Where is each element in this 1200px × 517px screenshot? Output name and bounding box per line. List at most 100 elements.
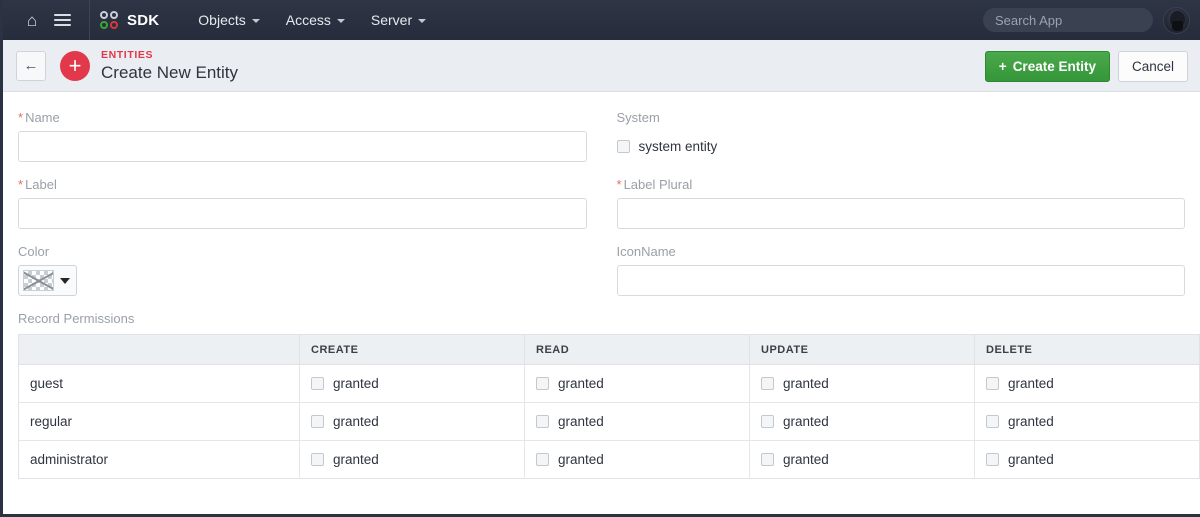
col-role	[18, 334, 300, 365]
toolbar-actions: + Create Entity Cancel	[984, 40, 1188, 92]
system-entity-label: system entity	[638, 139, 718, 154]
form-row-label: * Label * Label Plural	[18, 177, 1185, 229]
create-entity-button[interactable]: + Create Entity	[984, 50, 1110, 82]
field-label-singular: * Label	[18, 177, 587, 229]
icon-name-input[interactable]	[616, 265, 1185, 296]
nav-item-server[interactable]: Server	[358, 0, 439, 40]
table-header-row: CREATE READ UPDATE DELETE	[18, 334, 1200, 365]
icon-name-label: IconName	[616, 244, 676, 259]
cancel-button[interactable]: Cancel	[1117, 50, 1188, 82]
perm-cell-read: granted	[524, 440, 750, 479]
chevron-down-icon	[336, 19, 345, 23]
navbar-right	[983, 0, 1190, 40]
granted-label: granted	[558, 414, 604, 429]
col-update: UPDATE	[749, 334, 975, 365]
field-color: Color	[18, 244, 587, 296]
label-plural-label-text: Label Plural	[623, 177, 693, 192]
col-delete: DELETE	[974, 334, 1200, 365]
perm-cell-update: granted	[749, 402, 975, 441]
color-label: Color	[18, 244, 50, 259]
color-picker[interactable]	[18, 265, 77, 296]
table-row: guest granted granted granted granted	[18, 364, 1200, 403]
home-icon[interactable]: ⌂	[17, 5, 47, 35]
col-read: READ	[524, 334, 750, 365]
required-asterisk: *	[616, 177, 622, 192]
brand-label: SDK	[127, 11, 160, 29]
hamburger-menu-icon[interactable]	[47, 5, 77, 35]
role-name: administrator	[18, 440, 300, 479]
granted-label: granted	[1008, 414, 1054, 429]
nav-item-server-label: Server	[370, 12, 413, 28]
breadcrumb: ENTITIES	[101, 48, 154, 61]
checkbox-guest-read[interactable]	[536, 377, 549, 390]
navbar-menu: Objects Access Server	[185, 0, 439, 40]
nav-item-access-label: Access	[285, 12, 331, 28]
granted-label: granted	[783, 414, 829, 429]
navbar-divider	[89, 0, 90, 40]
checkbox-guest-create[interactable]	[311, 377, 324, 390]
hamburger-bars	[53, 14, 71, 26]
record-permissions-label: Record Permissions	[18, 311, 135, 326]
name-input[interactable]	[18, 131, 587, 162]
form-row-name-system: * Name System system entity	[18, 110, 1185, 162]
page-heading: ENTITIES Create New Entity	[101, 49, 238, 83]
chevron-down-icon	[418, 19, 427, 23]
system-entity-checkbox-row[interactable]: system entity	[616, 131, 1186, 162]
field-system: System system entity	[616, 110, 1186, 162]
perm-cell-create: granted	[299, 440, 525, 479]
perm-cell-update: granted	[749, 440, 975, 479]
checkbox-regular-read[interactable]	[536, 415, 549, 428]
label-plural-input[interactable]	[616, 198, 1185, 229]
perm-cell-create: granted	[299, 402, 525, 441]
nav-item-access[interactable]: Access	[273, 0, 358, 40]
granted-label: granted	[558, 376, 604, 391]
granted-label: granted	[1008, 376, 1054, 391]
plus-glyph: +	[68, 52, 82, 78]
form-row-color-icon: Color IconName	[18, 244, 1185, 296]
label-input[interactable]	[18, 198, 587, 229]
role-name: regular	[18, 402, 300, 441]
checkbox-guest-update[interactable]	[761, 377, 774, 390]
checkbox-regular-update[interactable]	[761, 415, 774, 428]
label-label: * Label	[18, 177, 587, 192]
granted-label: granted	[333, 376, 379, 391]
nav-item-objects[interactable]: Objects	[185, 0, 272, 40]
table-row: regular granted granted granted granted	[18, 402, 1200, 441]
field-icon-name: IconName	[616, 244, 1185, 296]
search-input[interactable]	[983, 8, 1153, 32]
name-label: * Name	[18, 110, 587, 125]
perm-cell-read: granted	[524, 402, 750, 441]
perm-cell-create: granted	[299, 364, 525, 403]
col-create: CREATE	[299, 334, 525, 365]
checkbox-regular-create[interactable]	[311, 415, 324, 428]
perm-cell-delete: granted	[974, 402, 1200, 441]
entity-form: * Name System system entity * Label * La…	[3, 92, 1200, 479]
checkbox-guest-delete[interactable]	[986, 377, 999, 390]
checkbox-administrator-create[interactable]	[311, 453, 324, 466]
sdk-circles-icon	[100, 10, 119, 30]
perm-cell-read: granted	[524, 364, 750, 403]
system-entity-checkbox[interactable]	[616, 140, 630, 153]
system-label: System	[616, 110, 660, 125]
color-swatch-transparent-icon	[23, 270, 54, 291]
name-label-text: Name	[25, 110, 60, 125]
chevron-down-icon	[251, 19, 260, 23]
checkbox-administrator-read[interactable]	[536, 453, 549, 466]
granted-label: granted	[783, 452, 829, 467]
page-title: Create New Entity	[101, 62, 238, 82]
back-arrow-icon[interactable]: ←	[16, 50, 46, 81]
checkbox-administrator-delete[interactable]	[986, 453, 999, 466]
table-row: administrator granted granted granted gr…	[18, 440, 1200, 479]
granted-label: granted	[333, 452, 379, 467]
checkbox-administrator-update[interactable]	[761, 453, 774, 466]
create-plus-glyph: +	[998, 58, 1007, 74]
required-asterisk: *	[18, 110, 24, 125]
label-label-text: Label	[25, 177, 57, 192]
label-plural-label: * Label Plural	[617, 177, 1186, 192]
brand-sdk[interactable]: SDK	[100, 10, 160, 30]
add-entity-icon[interactable]: +	[60, 50, 90, 81]
checkbox-regular-delete[interactable]	[986, 415, 999, 428]
home-glyph: ⌂	[26, 10, 38, 30]
field-name: * Name	[18, 110, 587, 162]
user-avatar[interactable]	[1163, 6, 1190, 34]
